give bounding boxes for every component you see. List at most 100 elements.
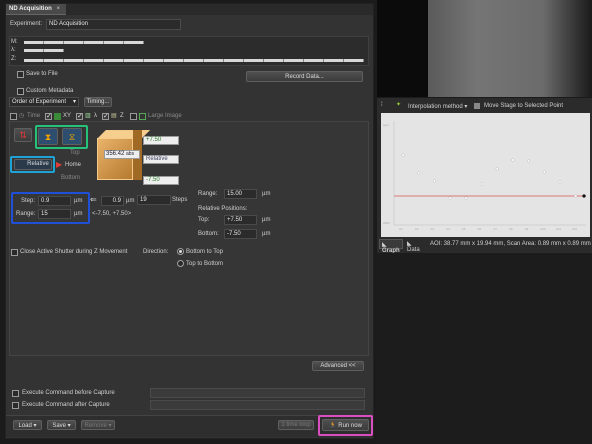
tab-large-image-label[interactable]: Large Image bbox=[148, 113, 182, 119]
interpolation-plot bbox=[393, 121, 586, 226]
bottom-position-field[interactable]: -7.50 bbox=[224, 229, 257, 239]
order-of-experiment-value: Order of Experiment bbox=[12, 99, 67, 105]
xy-checkbox[interactable] bbox=[45, 113, 52, 120]
tab-close-icon[interactable]: × bbox=[56, 6, 60, 12]
interpolation-method-dropdown[interactable]: Interpolation method ▾ bbox=[408, 103, 467, 110]
clock-icon: ◷ bbox=[19, 113, 25, 119]
cube-bottom-badge: -7.50 bbox=[143, 176, 179, 185]
one-time-loop-button[interactable]: 1 time loop bbox=[278, 420, 314, 430]
steps-label: Steps bbox=[172, 197, 188, 203]
range-input[interactable]: 15 bbox=[38, 209, 71, 219]
symmetric-mode-button[interactable]: ⧖ bbox=[62, 128, 82, 145]
save-button[interactable]: Save ▾ bbox=[47, 420, 76, 430]
plot-x-tick-label: A6 bbox=[477, 227, 482, 231]
top-bottom-mode-button[interactable]: ⧗ bbox=[38, 128, 58, 145]
timing-button[interactable]: Timing... bbox=[84, 97, 112, 107]
tab-time-label[interactable]: Time bbox=[27, 113, 40, 119]
run-now-label: Run now bbox=[338, 423, 362, 429]
chevron-down-icon: ▾ bbox=[66, 423, 71, 429]
advanced-button[interactable]: Advanced << bbox=[312, 361, 364, 371]
run-now-button[interactable]: 🏃 Run now bbox=[322, 419, 369, 431]
cube-relative-badge: Relative bbox=[143, 155, 179, 164]
exec-after-label: Execute Command after Capture bbox=[22, 402, 110, 408]
plot-point[interactable] bbox=[574, 194, 578, 198]
exec-after-command-field[interactable] bbox=[150, 400, 365, 410]
plot-point[interactable] bbox=[495, 167, 499, 171]
stage-z-icon: ⇅ bbox=[19, 130, 27, 140]
tab-xy-label[interactable]: XY bbox=[63, 113, 71, 119]
chevron-down-icon: ▾ bbox=[462, 104, 468, 110]
plot-x-tick-label: A3 bbox=[430, 227, 435, 231]
plot-x-tick-label: A5 bbox=[461, 227, 466, 231]
plot-point[interactable] bbox=[417, 171, 421, 175]
time-checkbox[interactable] bbox=[10, 113, 17, 120]
record-data-button[interactable]: Record Data... bbox=[246, 71, 363, 82]
row-lambda-bar bbox=[24, 49, 64, 52]
plot-x-tick-label: A9 bbox=[524, 227, 529, 231]
top-to-bottom-radio[interactable] bbox=[177, 260, 184, 267]
tab-lambda-label[interactable]: λ bbox=[94, 113, 97, 119]
plot-point[interactable] bbox=[448, 196, 452, 200]
chevron-down-icon: ▾ bbox=[72, 99, 76, 105]
move-stage-button[interactable]: Move Stage to Selected Point bbox=[484, 103, 563, 109]
direction-label: Direction: bbox=[143, 249, 169, 255]
plot-point[interactable] bbox=[542, 170, 546, 174]
row-m-bar bbox=[24, 41, 144, 44]
top-position-field[interactable]: +7.50 bbox=[224, 215, 257, 225]
step-input[interactable]: 0.9 bbox=[38, 196, 71, 206]
step-right-field[interactable]: 0.9 bbox=[101, 196, 124, 206]
data-tab[interactable]: ◣ Data bbox=[405, 239, 425, 253]
plot-x-tick-label: A12 bbox=[571, 227, 578, 231]
range-right-field[interactable]: 15.00 bbox=[224, 189, 257, 199]
graph-area[interactable]: [µm] 2363 A1 A2 A3 A4 A5 A6 A7 A8 A9 A10 A11 A12 bbox=[381, 113, 590, 237]
plot-point[interactable] bbox=[511, 158, 515, 162]
z-checkbox[interactable] bbox=[102, 113, 109, 120]
plot-x-tick-label: A1 bbox=[399, 227, 403, 231]
lambda-checkbox[interactable] bbox=[76, 113, 83, 120]
cube-top-badge: +7.50 bbox=[143, 136, 179, 145]
exec-after-checkbox[interactable] bbox=[12, 402, 19, 409]
cube-abs-badge: 356.42 abs bbox=[104, 150, 140, 159]
load-label: Load bbox=[18, 423, 32, 429]
home-label[interactable]: Home bbox=[65, 162, 81, 168]
steps-count-input[interactable]: 19 bbox=[137, 195, 171, 205]
plot-point[interactable] bbox=[432, 179, 436, 183]
close-shutter-label: Close Active Shutter during Z Movement bbox=[20, 249, 128, 255]
plot-point[interactable] bbox=[527, 159, 531, 163]
plot-point[interactable] bbox=[558, 180, 562, 184]
load-button[interactable]: Load ▾ bbox=[13, 420, 42, 430]
custom-metadata-checkbox[interactable] bbox=[17, 88, 24, 95]
row-z-bar bbox=[24, 59, 364, 62]
graph-tab[interactable]: ◣ Graph bbox=[379, 239, 403, 254]
right-empty-area bbox=[377, 253, 592, 444]
large-image-checkbox[interactable] bbox=[130, 113, 137, 120]
range-unit: µm bbox=[74, 211, 83, 217]
bottom-position-unit: µm bbox=[262, 231, 271, 237]
z-stack-icon: ▤ bbox=[111, 113, 117, 119]
tab-z-label[interactable]: Z bbox=[120, 113, 124, 119]
range-hint: <-7.50, +7.50> bbox=[92, 211, 132, 217]
plot-point[interactable] bbox=[401, 153, 405, 157]
chevron-down-icon: ▾ bbox=[106, 423, 112, 429]
close-shutter-checkbox[interactable] bbox=[11, 249, 18, 256]
exec-before-checkbox[interactable] bbox=[12, 390, 19, 397]
plot-selected-point[interactable] bbox=[582, 194, 586, 198]
row-lambda-label: λ: bbox=[11, 47, 16, 53]
interpolation-icon: ✦ bbox=[396, 102, 402, 108]
top-position-unit: µm bbox=[262, 217, 271, 223]
plot-x-tick-label: A7 bbox=[493, 227, 497, 231]
aoi-status: AOI: 38.77 mm x 19.94 mm, Scan Area: 0.8… bbox=[430, 241, 591, 247]
bottom-to-top-radio[interactable] bbox=[177, 248, 184, 255]
order-of-experiment-dropdown[interactable]: Order of Experiment ▾ bbox=[9, 97, 79, 107]
bottom-to-top-label: Bottom to Top bbox=[186, 249, 223, 255]
stage-z-tool-button[interactable]: ⇅ bbox=[14, 128, 32, 142]
relative-mode-button[interactable]: Relative bbox=[14, 159, 52, 170]
tab-nd-acquisition[interactable]: ND Acquisition × bbox=[6, 4, 66, 15]
experiment-name-field[interactable]: ND Acquisition bbox=[46, 19, 181, 30]
exec-before-command-field[interactable] bbox=[150, 388, 365, 398]
plot-y-bottom-label: 2363 bbox=[383, 221, 390, 225]
plot-point[interactable] bbox=[480, 182, 483, 186]
remove-button[interactable]: Remove ▾ bbox=[81, 420, 115, 430]
save-to-file-checkbox[interactable] bbox=[17, 71, 24, 78]
plot-point[interactable] bbox=[464, 196, 468, 200]
